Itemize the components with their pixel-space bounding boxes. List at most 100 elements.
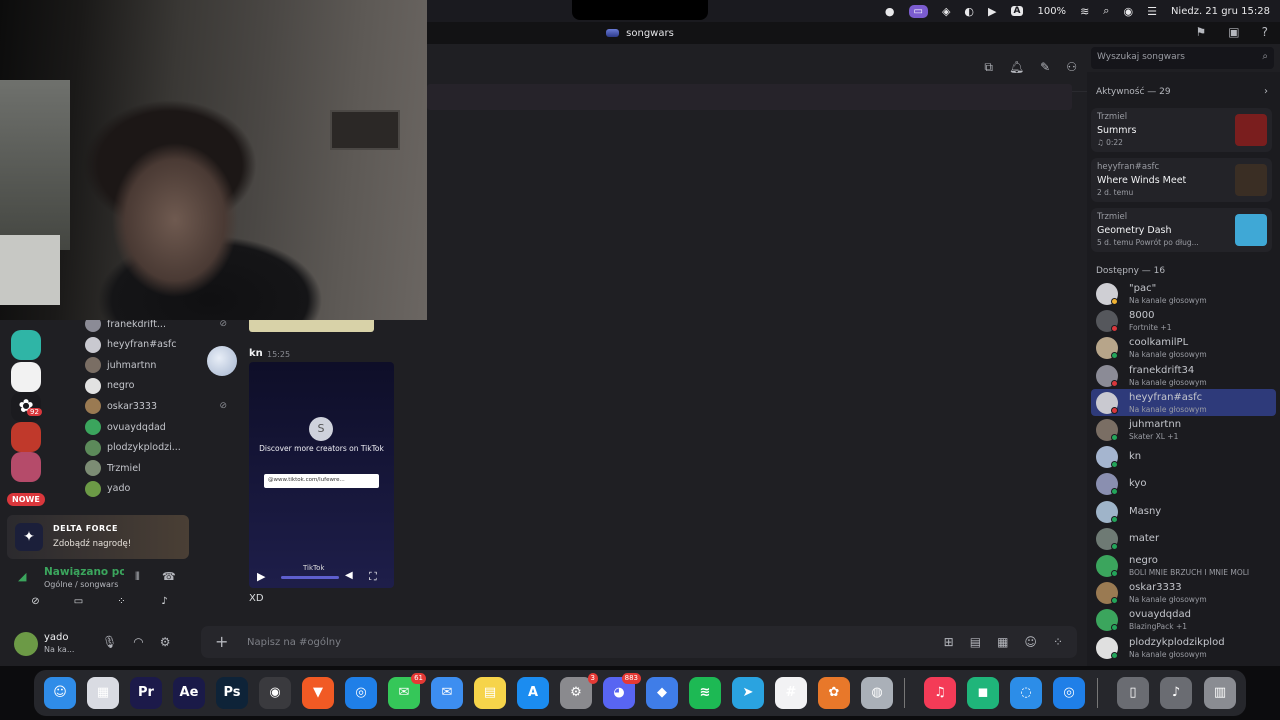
control-center-icon[interactable]: ☰	[1147, 5, 1157, 18]
flag-icon[interactable]: ⚑	[1196, 25, 1207, 39]
slack-icon[interactable]: #	[775, 677, 807, 709]
voice-member-row[interactable]: negro	[85, 377, 235, 395]
circle-icon[interactable]: ●	[885, 5, 895, 18]
pill-app-icon[interactable]: ◌	[1010, 677, 1042, 709]
photoshop-icon[interactable]: Ps	[216, 677, 248, 709]
camera-off-icon[interactable]: ⊘	[14, 596, 57, 616]
sticker-icon[interactable]: ▦	[997, 635, 1008, 649]
members-icon[interactable]: ⚇	[1066, 60, 1077, 75]
server-icon[interactable]	[11, 330, 41, 360]
member-row[interactable]: ovuaydqdad BlazingPack +1	[1091, 606, 1276, 633]
avatar[interactable]	[207, 346, 237, 376]
chevron-right-icon[interactable]: ›	[1264, 86, 1268, 97]
activity-card[interactable]: Trzmiel Summrs ♫ 0:22	[1091, 108, 1272, 152]
member-row[interactable]: kyo	[1091, 470, 1276, 497]
gif-icon[interactable]: ▤	[970, 635, 981, 649]
server-icon[interactable]	[11, 452, 41, 482]
threads-icon[interactable]: ⧉	[984, 60, 993, 75]
flower-server-icon[interactable]: ✿	[11, 392, 41, 422]
blender-icon[interactable]: ◉	[259, 677, 291, 709]
member-row[interactable]: plodzykplodzikplod Na kanale głosowym	[1091, 634, 1276, 661]
notes-icon[interactable]: ▤	[474, 677, 506, 709]
voice-member-row[interactable]: oskar3333 ⊘	[85, 397, 235, 415]
username[interactable]: yado	[44, 632, 69, 643]
play-icon[interactable]: ▶	[988, 5, 996, 18]
status-badge-icon[interactable]: ◈	[942, 5, 950, 18]
member-row[interactable]: Masny	[1091, 498, 1276, 525]
apps-icon[interactable]: ⁘	[1053, 635, 1063, 649]
app-store-icon[interactable]: A	[517, 677, 549, 709]
message-input[interactable]	[247, 634, 647, 650]
siri-icon[interactable]: ◉	[1123, 5, 1133, 18]
member-row[interactable]: kn	[1091, 443, 1276, 470]
roblox-icon[interactable]: ◆	[646, 677, 678, 709]
search-input[interactable]: Wyszukaj songwars ⌕	[1091, 47, 1274, 69]
vpn-icon[interactable]: ◐	[964, 5, 974, 18]
avatar[interactable]	[85, 419, 101, 435]
avatar[interactable]	[85, 439, 101, 456]
fl-studio-icon[interactable]: ✿	[818, 677, 850, 709]
voice-connected-label[interactable]: Nawiązano połą	[44, 566, 124, 578]
input-source-icon[interactable]: A	[1010, 6, 1024, 16]
trash-icon[interactable]: ▥	[1204, 677, 1236, 709]
plus-icon[interactable]: +	[215, 632, 228, 651]
avatar[interactable]	[85, 377, 101, 394]
spotify-icon[interactable]: ≋	[689, 677, 721, 709]
progress-bar[interactable]	[281, 576, 339, 579]
system-settings-icon[interactable]: ⚙ 3	[560, 673, 598, 709]
member-row[interactable]: franekdrift34 Na kanale głosowym	[1091, 362, 1276, 389]
pin-icon[interactable]: ✎	[1040, 60, 1050, 75]
gift-icon[interactable]: ⊞	[944, 635, 954, 649]
signal-icon[interactable]: ◢	[18, 570, 26, 583]
new-badge[interactable]: NOWE	[7, 493, 45, 506]
headphones-icon[interactable]: ◠	[133, 635, 143, 649]
server-icon[interactable]	[11, 422, 41, 452]
search-icon[interactable]: ⌕	[1103, 4, 1109, 18]
mail-icon[interactable]: ✉	[431, 677, 463, 709]
noise-suppression-icon[interactable]: ⦀	[135, 570, 140, 584]
folder-docs-icon[interactable]: ▯	[1117, 677, 1149, 709]
inbox-icon[interactable]: ▣	[1228, 25, 1239, 39]
voice-member-row[interactable]: yado	[85, 480, 235, 498]
member-row[interactable]: 8000 Fortnite +1	[1091, 307, 1276, 334]
play-icon[interactable]: ▶	[257, 570, 265, 583]
avatar[interactable]	[85, 398, 101, 415]
battery-percent[interactable]: 100%	[1037, 6, 1066, 17]
embed-image[interactable]	[249, 320, 374, 332]
avatar[interactable]	[85, 357, 101, 374]
voice-member-row[interactable]: plodzykplodzi...	[85, 439, 235, 457]
member-row[interactable]: mater	[1091, 525, 1276, 552]
voice-channel-label[interactable]: Ogólne / songwars	[44, 580, 118, 589]
soundboard-icon[interactable]: ♪	[143, 596, 186, 616]
member-row[interactable]: juhmartnn Skater XL +1	[1091, 416, 1276, 443]
bell-icon[interactable]: 🔔︎	[1009, 60, 1024, 75]
member-row[interactable]: negro BOLI MNIE BRZUCH I MNIE MOLI	[1091, 552, 1276, 579]
disk-utility-icon[interactable]: ◍	[861, 677, 893, 709]
video-embed[interactable]: S Discover more creators on TikTok @www.…	[249, 362, 394, 588]
brave-icon[interactable]: ▼	[302, 677, 334, 709]
microphone-icon[interactable]: 🎙︎	[102, 635, 117, 649]
message-author[interactable]: kn	[249, 348, 263, 359]
premiere-icon[interactable]: Pr	[130, 677, 162, 709]
activities-icon[interactable]: ⁘	[100, 596, 143, 616]
after-effects-icon[interactable]: Ae	[173, 677, 205, 709]
activity-card[interactable]: heyyfran#asfc Where Winds Meet 2 d. temu	[1091, 158, 1272, 202]
activity-card[interactable]: Trzmiel Geometry Dash 5 d. temu Powrót po …	[1091, 208, 1272, 252]
member-row[interactable]: oskar3333 Na kanale głosowym	[1091, 579, 1276, 606]
volume-icon[interactable]: ◀	[345, 570, 353, 581]
fullscreen-icon[interactable]: ⛶	[369, 570, 377, 584]
safari-2-icon[interactable]: ◎	[1053, 677, 1085, 709]
messages-icon[interactable]: ✉ 61	[388, 673, 426, 709]
webcam-overlay[interactable]	[0, 0, 427, 320]
gear-icon[interactable]: ⚙	[160, 635, 171, 649]
clock[interactable]: Niedz. 21 gru 15:28	[1171, 6, 1270, 17]
launchpad-icon[interactable]: ▦	[87, 677, 119, 709]
discord-icon[interactable]: ◕ 883	[603, 673, 641, 709]
screen-share-icon[interactable]: ▭	[57, 596, 100, 616]
safari-icon[interactable]: ◎	[345, 677, 377, 709]
wifi-icon[interactable]: ≋	[1080, 5, 1089, 18]
help-icon[interactable]: ?	[1262, 25, 1268, 39]
screen-share-icon[interactable]: ▭	[908, 4, 928, 18]
promo-card[interactable]: ✦ DELTA FORCE Zdobądź nagrodę!	[7, 515, 189, 559]
voice-member-row[interactable]: Trzmiel	[85, 459, 235, 477]
